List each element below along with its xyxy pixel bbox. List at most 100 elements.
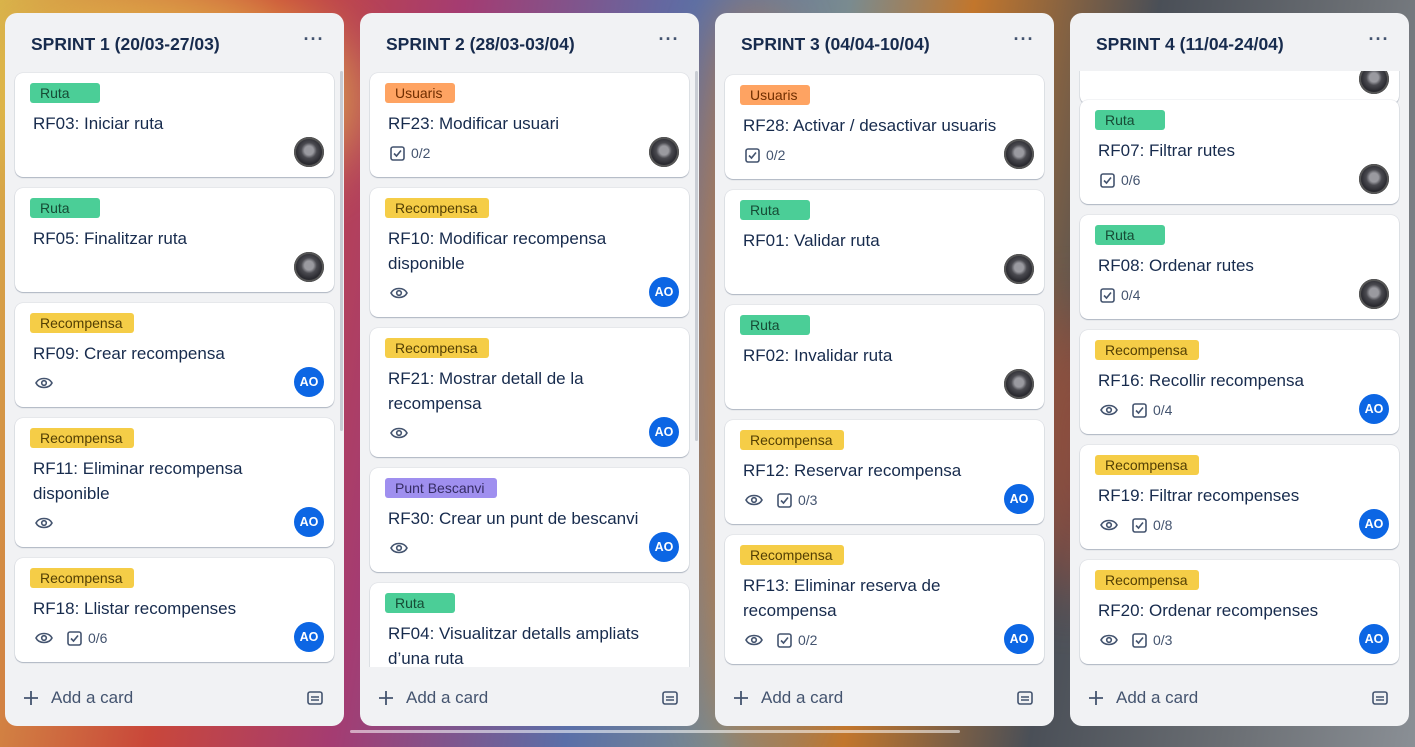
- card-title: RF09: Crear recompensa: [33, 344, 225, 363]
- list-header[interactable]: SPRINT 1 (20/03-27/03) ···: [5, 13, 344, 73]
- card-template-icon[interactable]: [661, 689, 679, 707]
- list-title[interactable]: SPRINT 1 (20/03-27/03): [31, 34, 220, 55]
- checkbox-icon: [67, 630, 82, 646]
- card[interactable]: Recompensa RF16: Recollir recompensa 0/4…: [1080, 330, 1399, 434]
- checkbox-icon: [390, 145, 405, 161]
- card-template-icon[interactable]: [1371, 689, 1389, 707]
- card[interactable]: Ruta RF08: Ordenar rutes 0/4: [1080, 215, 1399, 319]
- card[interactable]: Ruta RF05: Finalitzar ruta: [15, 188, 334, 292]
- avatar[interactable]: AO: [649, 417, 679, 447]
- card[interactable]: Ruta RF07: Filtrar rutes 0/6: [1080, 100, 1399, 204]
- add-card-button[interactable]: Add a card: [1088, 686, 1198, 710]
- checklist-badge: 0/3: [1132, 632, 1172, 648]
- label-tag: Punt Bescanvi: [385, 478, 497, 498]
- avatar[interactable]: AO: [1359, 509, 1389, 539]
- card-template-icon[interactable]: [1016, 689, 1034, 707]
- list-header[interactable]: SPRINT 3 (04/04-10/04) ···: [715, 13, 1054, 73]
- card[interactable]: Recompensa RF11: Eliminar recompensa dis…: [15, 418, 334, 547]
- list-title[interactable]: SPRINT 4 (11/04-24/04): [1096, 34, 1284, 55]
- card-title: RF07: Filtrar rutes: [1098, 141, 1235, 160]
- list-header[interactable]: SPRINT 2 (28/03-03/04) ···: [360, 13, 699, 73]
- card-title: RF10: Modificar recompensa disponible: [388, 229, 607, 273]
- card[interactable]: Recompensa RF09: Crear recompensa AO: [15, 303, 334, 407]
- avatar[interactable]: AO: [1004, 484, 1034, 514]
- label-tag: Recompensa: [1095, 570, 1199, 590]
- card[interactable]: Recompensa RF13: Eliminar reserva de rec…: [725, 535, 1044, 664]
- card-badges: [390, 423, 408, 443]
- add-card-button[interactable]: Add a card: [733, 686, 843, 710]
- card-template-icon[interactable]: [306, 689, 324, 707]
- scrollbar[interactable]: [340, 71, 343, 431]
- avatar[interactable]: AO: [649, 532, 679, 562]
- card-title: RF23: Modificar usuari: [388, 114, 560, 133]
- checklist-count: 0/8: [1153, 517, 1173, 533]
- card-title: RF08: Ordenar rutes: [1098, 256, 1254, 275]
- add-card-label: Add a card: [51, 688, 134, 707]
- card[interactable]: Punt Bescanvi RF30: Crear un punt de bes…: [370, 468, 689, 572]
- label-tag: Recompensa: [740, 430, 844, 450]
- list-title[interactable]: SPRINT 3 (04/04-10/04): [741, 34, 930, 55]
- card[interactable]: Recompensa RF19: Filtrar recompenses 0/8…: [1080, 445, 1399, 549]
- list-header[interactable]: SPRINT 4 (11/04-24/04) ···: [1070, 13, 1409, 73]
- card-badges: [35, 513, 53, 533]
- avatar[interactable]: AO: [294, 507, 324, 537]
- avatar[interactable]: [1004, 139, 1034, 169]
- avatar[interactable]: AO: [1359, 624, 1389, 654]
- card-list: Ruta RF07: Filtrar rutes 0/6 Ruta RF08: …: [1070, 71, 1409, 667]
- card[interactable]: Usuaris RF23: Modificar usuari 0/2: [370, 73, 689, 177]
- card[interactable]: Ruta RF04: Visualitzar detalls ampliats …: [370, 583, 689, 667]
- add-card-label: Add a card: [406, 688, 489, 707]
- add-card-label: Add a card: [1116, 688, 1199, 707]
- avatar[interactable]: AO: [294, 622, 324, 652]
- label-tag: Recompensa: [740, 545, 844, 565]
- checkbox-icon: [777, 492, 792, 508]
- avatar[interactable]: [294, 137, 324, 167]
- card[interactable]: Recompensa RF21: Mostrar detall de la re…: [370, 328, 689, 457]
- label-tag: Ruta: [740, 200, 810, 220]
- add-card-button[interactable]: Add a card: [23, 686, 133, 710]
- avatar[interactable]: AO: [1359, 394, 1389, 424]
- avatar[interactable]: [1359, 279, 1389, 309]
- card[interactable]: Recompensa RF18: Llistar recompenses 0/6…: [15, 558, 334, 662]
- checklist-badge: 0/3: [777, 492, 817, 508]
- checklist-count: 0/2: [766, 147, 786, 163]
- list-title[interactable]: SPRINT 2 (28/03-03/04): [386, 34, 575, 55]
- add-card-label: Add a card: [761, 688, 844, 707]
- card[interactable]: Ruta RF03: Iniciar ruta: [15, 73, 334, 177]
- card-badges: 0/2: [745, 145, 785, 165]
- card[interactable]: Recompensa RF10: Modificar recompensa di…: [370, 188, 689, 317]
- scrollbar[interactable]: [695, 71, 698, 441]
- board-horizontal-scrollbar[interactable]: [350, 730, 960, 733]
- avatar[interactable]: [649, 137, 679, 167]
- avatar[interactable]: [1359, 164, 1389, 194]
- avatar[interactable]: AO: [294, 367, 324, 397]
- card[interactable]: Ruta RF01: Validar ruta: [725, 190, 1044, 294]
- avatar[interactable]: [294, 252, 324, 282]
- more-horizontal-icon[interactable]: ···: [300, 30, 328, 54]
- checkbox-icon: [1132, 632, 1147, 648]
- avatar[interactable]: [1004, 254, 1034, 284]
- checkbox-icon: [1100, 287, 1115, 303]
- checklist-count: 0/6: [1121, 172, 1141, 188]
- card[interactable]: Usuaris RF28: Activar / desactivar usuar…: [725, 75, 1044, 179]
- more-horizontal-icon[interactable]: ···: [655, 30, 683, 54]
- checklist-count: 0/2: [798, 632, 818, 648]
- avatar[interactable]: [1004, 369, 1034, 399]
- checkbox-icon: [1100, 172, 1115, 188]
- card-list: Ruta RF03: Iniciar ruta Ruta RF05: Final…: [5, 71, 344, 667]
- card[interactable]: Recompensa RF20: Ordenar recompenses 0/3…: [1080, 560, 1399, 664]
- avatar[interactable]: AO: [1004, 624, 1034, 654]
- label-tag: Recompensa: [30, 313, 134, 333]
- card[interactable]: Ruta RF02: Invalidar ruta: [725, 305, 1044, 409]
- checklist-count: 0/4: [1121, 287, 1141, 303]
- card-title: RF02: Invalidar ruta: [743, 346, 893, 365]
- avatar[interactable]: [1359, 71, 1389, 94]
- card-title: RF13: Eliminar reserva de recompensa: [743, 576, 941, 620]
- add-card-button[interactable]: Add a card: [378, 686, 488, 710]
- card[interactable]: Recompensa RF12: Reservar recompensa 0/3…: [725, 420, 1044, 524]
- card-badges: 0/2: [745, 630, 817, 650]
- avatar[interactable]: AO: [649, 277, 679, 307]
- more-horizontal-icon[interactable]: ···: [1365, 30, 1393, 54]
- more-horizontal-icon[interactable]: ···: [1010, 30, 1038, 54]
- card-badges: 0/3: [1100, 630, 1172, 650]
